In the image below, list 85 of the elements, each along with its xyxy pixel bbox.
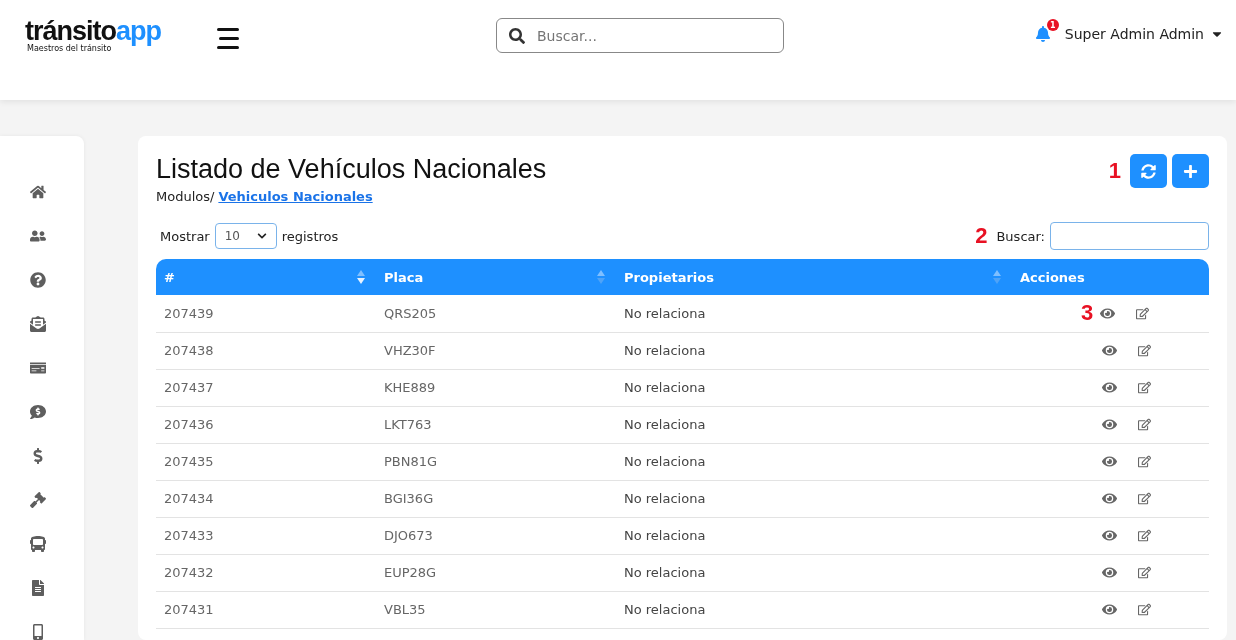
table-cell: No relaciona: [614, 295, 1010, 332]
view-icon[interactable]: [1102, 380, 1117, 395]
edit-icon[interactable]: [1138, 492, 1151, 505]
document-icon[interactable]: [30, 579, 46, 597]
table-cell: VBL35: [374, 591, 614, 628]
edit-icon[interactable]: [1136, 306, 1150, 320]
search-icon: [509, 27, 525, 44]
table-cell: PBN81G: [374, 443, 614, 480]
edit-icon[interactable]: [1138, 529, 1151, 542]
table-cell: 207436: [156, 406, 374, 443]
annotation-number: 2: [975, 223, 988, 249]
gavel-icon[interactable]: [30, 491, 46, 509]
view-icon[interactable]: [1102, 491, 1117, 506]
refresh-icon: [1141, 163, 1156, 179]
table-cell: QRS205: [374, 295, 614, 332]
breadcrumb-link[interactable]: Vehiculos Nacionales: [218, 189, 373, 204]
edit-icon[interactable]: [1138, 566, 1151, 579]
logo-tagline: Maestros del tránsito: [27, 44, 113, 53]
table-cell: VHZ30F: [374, 332, 614, 369]
table-cell: 207437: [156, 369, 374, 406]
table-cell: EUP28G: [374, 554, 614, 591]
table-cell: BGI36G: [374, 480, 614, 517]
table-cell: No relaciona: [614, 332, 1010, 369]
user-menu[interactable]: Super Admin Admin: [1058, 26, 1224, 42]
plus-icon: [1183, 163, 1198, 179]
view-icon[interactable]: [1102, 417, 1117, 432]
home-icon[interactable]: [30, 184, 46, 201]
envelope-icon[interactable]: [30, 315, 46, 333]
column-header[interactable]: Propietarios: [614, 259, 1010, 295]
table-cell: KHE889: [374, 369, 614, 406]
search-field[interactable]: Buscar...: [496, 18, 784, 53]
bell-icon[interactable]: [1034, 26, 1051, 42]
menu-icon[interactable]: [217, 28, 239, 49]
page-title: Listado de Vehículos Nacionales: [156, 154, 547, 185]
table-cell: 207431: [156, 591, 374, 628]
table-cell: 207435: [156, 443, 374, 480]
view-icon[interactable]: [1102, 528, 1117, 543]
table-cell: No relaciona: [614, 517, 1010, 554]
table-cell: 207439: [156, 295, 374, 332]
edit-icon[interactable]: [1138, 344, 1151, 357]
view-icon[interactable]: [1102, 343, 1117, 358]
table-cell: No relaciona: [614, 591, 1010, 628]
length-label: Mostrar: [160, 228, 210, 244]
logo[interactable]: tránsitoapp Maestros del tránsito: [25, 18, 215, 53]
view-icon[interactable]: [1102, 454, 1117, 469]
annotation-number: 3: [1081, 300, 1094, 327]
dollar-bubble-icon[interactable]: [30, 403, 46, 421]
logo-text: tránsito: [25, 18, 116, 44]
annotation-number: 1: [1108, 158, 1121, 184]
table-cell: No relaciona: [614, 554, 1010, 591]
logo-accent: app: [116, 18, 162, 44]
table-cell: No relaciona: [614, 480, 1010, 517]
page-size-select[interactable]: 10: [214, 223, 277, 249]
table-cell: No relaciona: [614, 406, 1010, 443]
table-cell: No relaciona: [614, 369, 1010, 406]
table-cell: DJO673: [374, 517, 614, 554]
chevron-icon: [256, 231, 267, 241]
filter-field[interactable]: [1050, 222, 1209, 250]
breadcrumb-text: Modulos/: [156, 189, 215, 204]
edit-icon[interactable]: [1138, 455, 1151, 468]
money-check-icon[interactable]: [30, 359, 46, 377]
search-input[interactable]: Buscar...: [535, 26, 771, 45]
table-cell: 207432: [156, 554, 374, 591]
column-header[interactable]: #: [156, 259, 374, 295]
edit-icon[interactable]: [1138, 418, 1151, 431]
notification-badge: 1: [1046, 19, 1059, 31]
table-cell: 207433: [156, 517, 374, 554]
table-cell: No relaciona: [614, 443, 1010, 480]
table-cell: LKT763: [374, 406, 614, 443]
view-icon[interactable]: [1102, 565, 1117, 580]
filter-label: Buscar:: [996, 228, 1045, 244]
sort-icon[interactable]: [356, 269, 366, 285]
bus-icon[interactable]: [30, 535, 46, 553]
question-icon[interactable]: [30, 271, 46, 289]
phone-icon[interactable]: [30, 623, 46, 640]
view-icon[interactable]: [1102, 602, 1117, 617]
add-button[interactable]: [1172, 154, 1209, 188]
edit-icon[interactable]: [1138, 381, 1151, 394]
column-header[interactable]: Acciones: [1010, 259, 1209, 295]
column-header[interactable]: Placa: [374, 259, 614, 295]
table-cell: 207434: [156, 480, 374, 517]
length-label: registros: [281, 228, 339, 244]
table-cell: 207438: [156, 332, 374, 369]
edit-icon[interactable]: [1138, 603, 1151, 616]
refresh-button[interactable]: [1130, 154, 1167, 188]
